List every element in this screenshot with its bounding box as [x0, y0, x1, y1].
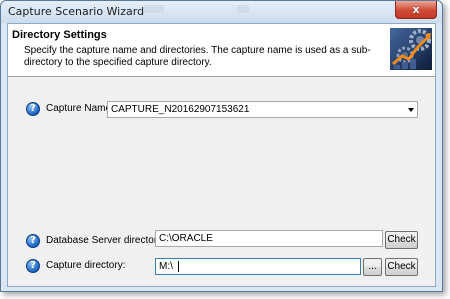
capture-name-help-icon[interactable]: ? — [26, 102, 40, 116]
capture-dir-browse-button[interactable]: ... — [363, 258, 382, 276]
title-bar[interactable]: Capture Scenario Wizard x — [1, 1, 442, 23]
text-caret — [178, 261, 179, 272]
db-server-dir-input[interactable]: C:\ORACLE — [155, 230, 383, 247]
wizard-header: Directory Settings Specify the capture n… — [8, 24, 435, 77]
capture-name-combo[interactable]: CAPTURE_N20162907153621 — [107, 101, 418, 118]
db-server-dir-check-button[interactable]: Check — [385, 231, 418, 249]
page-title: Directory Settings — [12, 29, 107, 41]
capture-dir-label: Capture directory: — [46, 260, 126, 271]
wizard-client-area: Directory Settings Specify the capture n… — [7, 23, 436, 287]
capture-name-label: Capture Name: — [46, 103, 114, 114]
capture-dir-help-icon[interactable]: ? — [26, 259, 40, 273]
close-icon: x — [412, 3, 420, 16]
capture-dir-check-button[interactable]: Check — [385, 258, 418, 276]
background-blur — [144, 5, 164, 13]
db-server-dir-value: C:\ORACLE — [159, 233, 213, 244]
wizard-body: ? Capture Name: CAPTURE_N20162907153621 … — [8, 77, 435, 286]
capture-dir-input[interactable]: M:\ — [155, 258, 361, 275]
capture-dir-value: M:\ — [159, 261, 173, 272]
wizard-graphic-icon — [390, 28, 432, 70]
db-server-dir-help-icon[interactable]: ? — [26, 234, 40, 248]
window-title: Capture Scenario Wizard — [8, 5, 145, 18]
page-description: Specify the capture name and directories… — [24, 45, 371, 68]
capture-name-value: CAPTURE_N20162907153621 — [111, 104, 250, 115]
db-server-dir-label: Database Server directory: — [46, 235, 165, 246]
close-button[interactable]: x — [395, 1, 437, 19]
wizard-window: Capture Scenario Wizard x Directory Sett… — [0, 0, 443, 292]
chevron-down-icon[interactable] — [408, 108, 414, 112]
background-blur — [237, 5, 249, 13]
